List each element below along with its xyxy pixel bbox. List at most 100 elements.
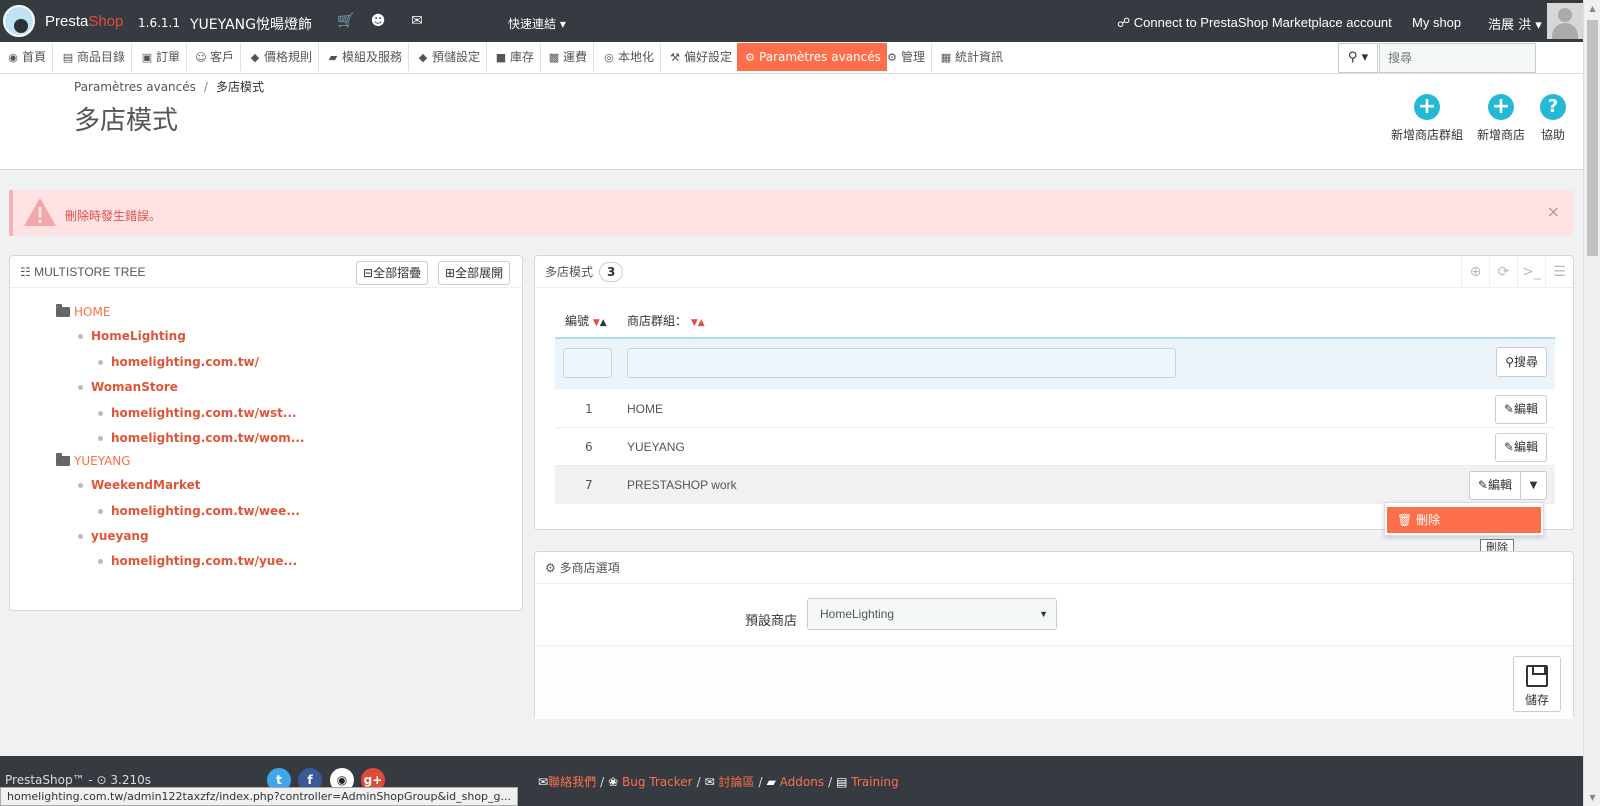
column-group-label: 商店群組： (627, 314, 688, 328)
tree-url[interactable]: homelighting.com.tw/wst... (98, 406, 297, 420)
tree-shop[interactable]: HomeLighting (78, 329, 186, 343)
menu-item-preferences[interactable]: ⚒ 偏好設定 (662, 43, 740, 71)
sort-asc-icon[interactable]: ▲ (698, 318, 705, 328)
menu-item-advanced-parameters[interactable]: ⚙ Paramètres avancés (737, 43, 887, 71)
sort-desc-icon[interactable]: ▼ (691, 318, 698, 328)
menu-item-customers[interactable]: ☺ 客戶 (188, 43, 242, 71)
tree-url[interactable]: homelighting.com.tw/yue... (98, 554, 297, 568)
error-alert: 刪除時發生錯誤。 × (9, 190, 1574, 236)
pencil-icon: ✎ (1477, 478, 1488, 492)
close-icon[interactable]: × (1547, 202, 1560, 221)
page-title: 多店模式 (74, 106, 179, 136)
cart-icon[interactable]: 🛒 (337, 14, 354, 28)
add-shop-button[interactable]: + 新增商店 (1474, 94, 1528, 143)
menu-item-administration[interactable]: ⚙ 管理 (879, 43, 933, 71)
delete-label: 刪除 (1416, 513, 1441, 527)
filter-group-input[interactable] (627, 348, 1176, 378)
tree-shop[interactable]: WeekendMarket (78, 478, 201, 492)
quick-access-dropdown[interactable]: 快速連結 ▾ (508, 15, 566, 32)
link-icon: ☍ (1117, 15, 1131, 30)
breadcrumb-current: 多店模式 (215, 80, 264, 94)
search-button[interactable]: ⚲搜尋 (1496, 347, 1547, 377)
menu-item-shipping[interactable]: ▩ 運費 (541, 43, 595, 71)
tree-url[interactable]: homelighting.com.tw/wee... (98, 504, 300, 518)
brand-name[interactable]: PrestaShop (45, 13, 123, 30)
forum-label: 討論區 (718, 775, 755, 789)
cogs-icon: ⚙ (545, 561, 556, 575)
delete-menu-item[interactable]: 🗑 刪除 (1387, 507, 1541, 533)
bug-tracker-link[interactable]: ❀ Bug Tracker (608, 775, 692, 789)
employee-dropdown[interactable]: 浩展 洪 ▾ (1488, 14, 1542, 33)
add-new-icon[interactable]: ⊕ (1461, 256, 1489, 288)
search-type-dropdown[interactable]: ⚲ ▾ (1338, 43, 1378, 73)
page-scrollbar[interactable]: ▲ ▼ (1583, 0, 1600, 806)
table-row[interactable]: 6 YUEYANG ✎編輯 (555, 428, 1555, 466)
menu-item-preferences-store[interactable]: ◆ 預儲設定 (410, 43, 488, 71)
sort-asc-icon[interactable]: ▲ (600, 318, 607, 328)
edit-button[interactable]: ✎編輯 (1494, 433, 1547, 462)
tree-group-home[interactable]: HOME (56, 304, 110, 319)
table-row[interactable]: 1 HOME ✎編輯 (555, 390, 1555, 428)
collapse-all-button[interactable]: ⊟全部摺疊 (356, 261, 429, 285)
sort-desc-icon[interactable]: ▼ (593, 318, 600, 328)
training-link[interactable]: ▤ Training (836, 775, 899, 789)
filter-id-input[interactable] (563, 348, 612, 378)
edit-button[interactable]: ✎編輯 (1468, 471, 1521, 500)
menu-item-catalog[interactable]: ▤ 商品目錄 (55, 43, 133, 71)
envelope-icon[interactable]: ✉ (409, 14, 425, 28)
menu-item-stock[interactable]: ■ 庫存 (488, 43, 542, 71)
scroll-up-icon[interactable]: ▲ (1584, 0, 1600, 17)
multistore-tree-panel: ☷ MULTISTORE TREE ⊟全部摺疊 ⊞全部展開 HOME HomeL… (9, 255, 523, 611)
save-button[interactable]: 儲存 (1513, 656, 1561, 712)
menu-label: 運費 (563, 50, 588, 64)
list-panel-heading: 多店模式 3 (535, 256, 1573, 288)
help-button[interactable]: ? 協助 (1535, 94, 1571, 143)
forum-link[interactable]: ✉ 討論區 (705, 775, 755, 789)
tree-url[interactable]: homelighting.com.tw/wom... (98, 431, 304, 445)
add-shop-group-button[interactable]: + 新增商店群組 (1388, 94, 1466, 143)
terminal-icon[interactable]: >_ (1517, 256, 1545, 288)
my-shop-link[interactable]: My shop (1412, 15, 1461, 30)
database-icon[interactable]: ☰ (1545, 256, 1573, 288)
tree-group-yueyang[interactable]: YUEYANG (56, 453, 131, 468)
expand-all-button[interactable]: ⊞全部展開 (438, 261, 511, 285)
menu-item-orders[interactable]: ▣ 訂單 (134, 43, 188, 71)
refresh-icon[interactable]: ⟳ (1489, 256, 1517, 288)
bug-tracker-label: Bug Tracker (622, 775, 693, 789)
scroll-down-icon[interactable]: ▼ (1584, 789, 1600, 806)
employee-name: 浩展 洪 (1488, 18, 1532, 33)
default-shop-value: HomeLighting (820, 607, 895, 621)
tree-url[interactable]: homelighting.com.tw/ (98, 355, 259, 369)
contact-link[interactable]: ✉聯絡我們 (538, 775, 596, 789)
tree-shop[interactable]: WomanStore (78, 380, 178, 394)
tree-url-label: homelighting.com.tw/wst... (111, 406, 297, 420)
edit-button[interactable]: ✎編輯 (1494, 395, 1547, 424)
prestashop-logo[interactable] (3, 5, 35, 37)
menu-item-price-rules[interactable]: ◆ 價格規則 (242, 43, 320, 71)
archive-icon: ■ (495, 51, 507, 64)
menu-item-dashboard[interactable]: ◉ 首頁 (0, 43, 54, 71)
actions-dropdown-toggle[interactable]: ▼ (1520, 471, 1547, 500)
avatar[interactable] (1547, 3, 1583, 39)
search-input[interactable] (1379, 43, 1536, 73)
scrollbar-thumb[interactable] (1587, 20, 1598, 256)
addons-link[interactable]: ▰ Addons (767, 775, 825, 789)
alert-message: 刪除時發生錯誤。 (65, 209, 162, 223)
menu-item-modules[interactable]: ▰ 模組及服務 (320, 43, 410, 71)
connect-marketplace-link[interactable]: ☍ Connect to PrestaShop Marketplace acco… (1117, 15, 1392, 31)
user-icon[interactable]: ☻ (370, 14, 386, 28)
book-icon: ▤ (836, 775, 848, 789)
trash-icon: 🗑 (1397, 513, 1413, 527)
plus-circle-icon: + (1414, 94, 1440, 120)
cog-icon: ⚙ (887, 51, 897, 64)
breadcrumb-parent[interactable]: Paramètres avancés (74, 80, 196, 94)
row-actions-menu: 🗑 刪除 (1384, 502, 1544, 536)
table-row[interactable]: 7 PRESTASHOP work ✎編輯 ▼ (555, 466, 1555, 504)
menu-item-stats[interactable]: ▦ 統計資訊 (933, 43, 1009, 71)
menu-item-localization[interactable]: ◎ 本地化 (596, 43, 662, 71)
tree-shop[interactable]: yueyang (78, 529, 149, 543)
tag-icon: ◆ (250, 51, 260, 64)
shop-name-link[interactable]: YUEYANG悅暘燈飾 (190, 14, 312, 34)
shop-group-list-panel: 多店模式 3 ⊕ ⟳ >_ ☰ 編號 ▼▲ 商店群組： ▼▲ ⚲搜尋 1 HOME ✎編… (534, 255, 1574, 530)
default-shop-select[interactable]: HomeLighting ▼ (807, 598, 1057, 630)
